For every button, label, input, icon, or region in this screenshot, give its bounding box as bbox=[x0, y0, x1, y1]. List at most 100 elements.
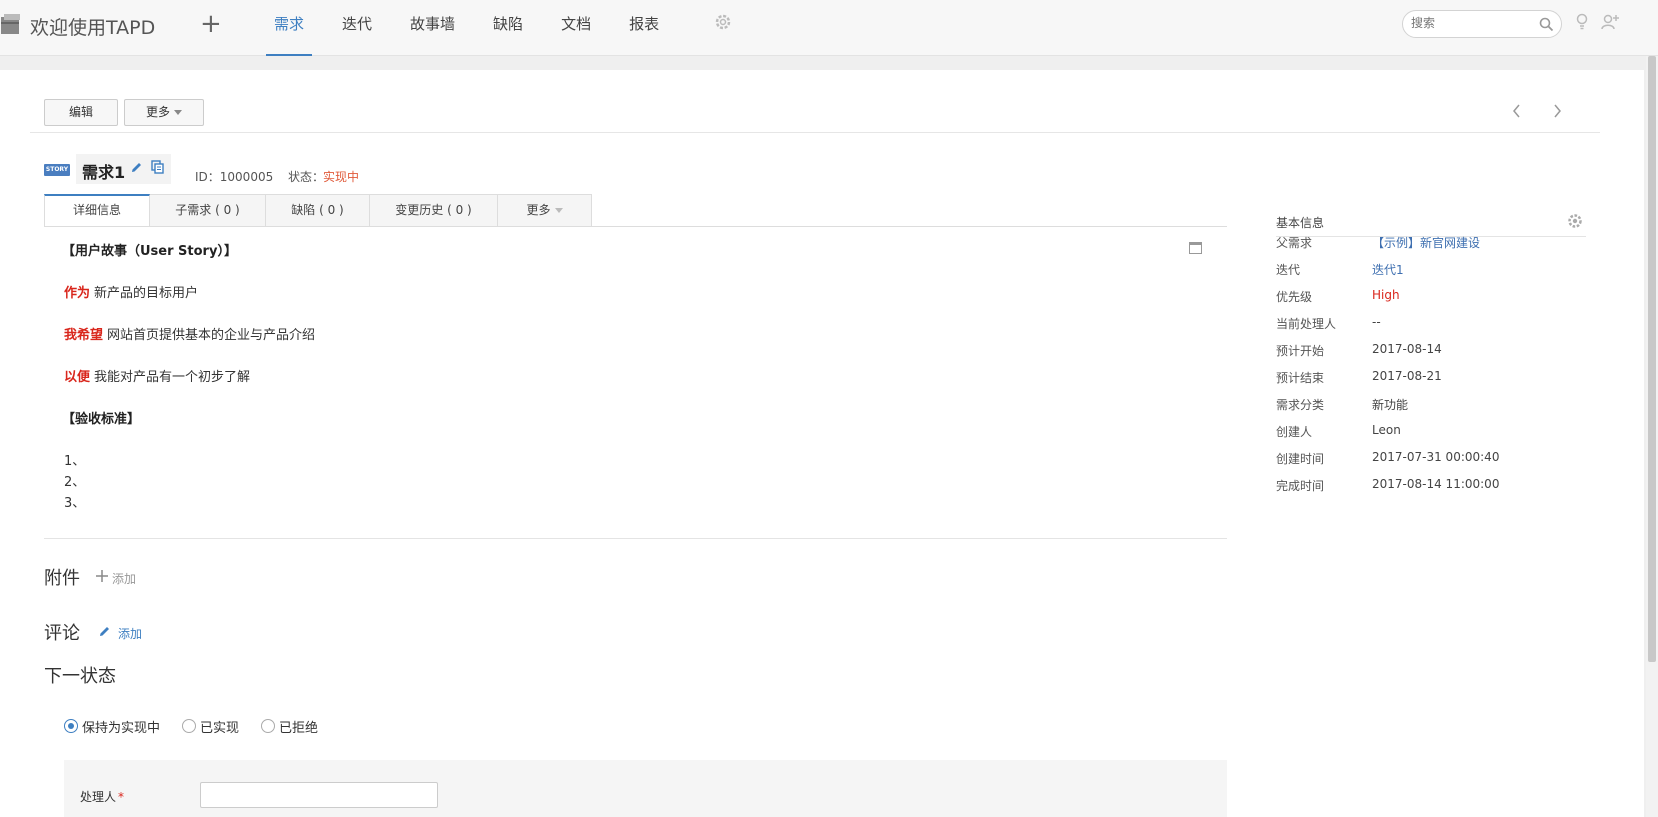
tab-bugs[interactable]: 缺陷 ( 0 ) bbox=[266, 194, 370, 227]
add-comment-link[interactable]: 添加 bbox=[118, 625, 142, 642]
radio-rejected[interactable] bbox=[261, 719, 276, 733]
acceptance-heading: 【验收标准】 bbox=[62, 412, 141, 427]
nav-reports[interactable]: 报表 bbox=[617, 0, 671, 56]
search-icon[interactable] bbox=[1539, 17, 1554, 32]
tab-more-label: 更多 bbox=[526, 203, 551, 217]
handler-input[interactable] bbox=[200, 782, 438, 808]
nav-documents[interactable]: 文档 bbox=[549, 0, 603, 56]
story-id: ID：1000005 bbox=[195, 170, 274, 184]
tab-underline bbox=[44, 226, 1227, 227]
info-key: 创建时间 bbox=[1276, 452, 1325, 466]
info-owner-value[interactable]: -- bbox=[1372, 315, 1381, 329]
chevron-right-icon[interactable] bbox=[1550, 102, 1564, 120]
plus-icon[interactable]: + bbox=[200, 10, 222, 38]
story-badge: STORY bbox=[44, 164, 70, 176]
search-input[interactable] bbox=[1411, 16, 1531, 30]
comments-title: 评论 bbox=[44, 623, 80, 644]
user-story-heading: 【用户故事（User Story）】 bbox=[62, 244, 237, 259]
info-row-start: 预计开始 2017-08-14 bbox=[1276, 342, 1586, 362]
tab-sub-requirements[interactable]: 子需求 ( 0 ) bbox=[150, 194, 266, 227]
radio-label-implemented[interactable]: 已实现 bbox=[200, 717, 239, 736]
list-item: 3、 bbox=[64, 496, 86, 511]
nav-requirements[interactable]: 需求 bbox=[262, 0, 316, 56]
caret-down-icon bbox=[554, 208, 563, 213]
add-user-icon[interactable] bbox=[1601, 13, 1619, 31]
info-priority-value[interactable]: High bbox=[1372, 288, 1400, 302]
info-key: 当前处理人 bbox=[1276, 317, 1337, 331]
gear-icon[interactable] bbox=[1567, 213, 1583, 229]
so-keyword: 以便 bbox=[64, 370, 91, 385]
as-keyword: 作为 bbox=[64, 286, 91, 301]
info-iteration-link[interactable]: 迭代1 bbox=[1372, 261, 1404, 278]
plus-icon[interactable] bbox=[96, 570, 108, 582]
info-start-value[interactable]: 2017-08-14 bbox=[1372, 342, 1442, 356]
tab-more[interactable]: 更多 bbox=[498, 194, 592, 227]
list-item: 2、 bbox=[64, 475, 86, 490]
radio-keep-in-progress[interactable] bbox=[64, 719, 78, 733]
story-title: 需求1 bbox=[82, 163, 126, 182]
required-mark: * bbox=[118, 790, 125, 804]
info-row-owner: 当前处理人 -- bbox=[1276, 315, 1586, 335]
caret-down-icon bbox=[174, 110, 182, 115]
toolbar-divider bbox=[30, 132, 1600, 133]
info-key: 迭代 bbox=[1276, 263, 1301, 277]
info-category-value[interactable]: 新功能 bbox=[1372, 396, 1408, 413]
next-state-title: 下一状态 bbox=[44, 666, 116, 687]
pencil-icon[interactable] bbox=[98, 625, 111, 638]
pencil-icon[interactable] bbox=[130, 161, 143, 174]
info-row-iteration: 迭代 迭代1 bbox=[1276, 261, 1586, 281]
info-key: 优先级 bbox=[1276, 290, 1313, 304]
attachments-title: 附件 bbox=[44, 568, 80, 589]
info-row-end: 预计结束 2017-08-21 bbox=[1276, 369, 1586, 389]
expand-icon[interactable] bbox=[1189, 242, 1202, 254]
next-state-form: 处理人 * bbox=[64, 760, 1227, 817]
bulb-icon[interactable] bbox=[1575, 13, 1589, 31]
detail-tabs: 详细信息 子需求 ( 0 ) 缺陷 ( 0 ) 变更历史 ( 0 ) 更多 bbox=[44, 194, 592, 227]
app-title[interactable]: 欢迎使用TAPD bbox=[30, 13, 155, 40]
info-key: 需求分类 bbox=[1276, 398, 1325, 412]
tab-details[interactable]: 详细信息 bbox=[44, 194, 150, 227]
so-line: 以便 我能对产品有一个初步了解 bbox=[64, 366, 250, 385]
radio-label-keep[interactable]: 保持为实现中 bbox=[82, 717, 160, 736]
nav-story-wall[interactable]: 故事墙 bbox=[398, 0, 467, 56]
info-row-priority: 优先级 High bbox=[1276, 288, 1586, 308]
status-label: 状态： bbox=[288, 170, 325, 184]
nav-bugs[interactable]: 缺陷 bbox=[481, 0, 535, 56]
edit-button[interactable]: 编辑 bbox=[44, 99, 118, 126]
info-parent-link[interactable]: 【示例】新官网建设 bbox=[1372, 234, 1480, 251]
scrollbar-thumb[interactable] bbox=[1648, 56, 1656, 662]
tab-change-history[interactable]: 变更历史 ( 0 ) bbox=[370, 194, 498, 227]
info-key: 创建人 bbox=[1276, 425, 1313, 439]
info-row-completed: 完成时间 2017-08-14 11:00:00 bbox=[1276, 477, 1586, 497]
info-creator-value: Leon bbox=[1372, 423, 1401, 437]
next-state-options: 保持为实现中 已实现 已拒绝 bbox=[64, 716, 340, 736]
gear-icon[interactable] bbox=[714, 13, 732, 31]
status-value[interactable]: 实现中 bbox=[323, 168, 359, 185]
nav-iterations[interactable]: 迭代 bbox=[330, 0, 384, 56]
story-title-box: 需求1 bbox=[76, 154, 171, 184]
info-key: 父需求 bbox=[1276, 236, 1313, 250]
basic-info-title: 基本信息 bbox=[1276, 216, 1325, 230]
list-item: 1、 bbox=[64, 454, 86, 469]
handler-label-text: 处理人 bbox=[80, 790, 117, 804]
radio-implemented[interactable] bbox=[182, 719, 197, 733]
content-divider bbox=[44, 538, 1227, 539]
main-nav: 需求 迭代 故事墙 缺陷 文档 报表 bbox=[262, 0, 685, 56]
page-scrollbar[interactable] bbox=[1646, 56, 1658, 817]
search-box bbox=[1402, 10, 1562, 38]
chevron-left-icon[interactable] bbox=[1510, 102, 1524, 120]
handler-label: 处理人 * bbox=[80, 788, 124, 805]
add-attachment-link[interactable]: 添加 bbox=[112, 570, 136, 587]
info-key: 预计开始 bbox=[1276, 344, 1325, 358]
info-completed-value: 2017-08-14 11:00:00 bbox=[1372, 477, 1500, 491]
radio-label-rejected[interactable]: 已拒绝 bbox=[279, 717, 318, 736]
info-row-creator: 创建人 Leon bbox=[1276, 423, 1586, 443]
info-key: 完成时间 bbox=[1276, 479, 1325, 493]
app-logo-icon[interactable] bbox=[0, 12, 22, 36]
more-button[interactable]: 更多 bbox=[124, 99, 204, 126]
as-text: 新产品的目标用户 bbox=[94, 286, 199, 301]
story-detail-panel: 编辑 更多 STORY 需求1 ID：1000005 状态： 实现中 详细信息 … bbox=[0, 70, 1644, 817]
info-key: 预计结束 bbox=[1276, 371, 1325, 385]
info-end-value[interactable]: 2017-08-21 bbox=[1372, 369, 1442, 383]
copy-icon[interactable] bbox=[151, 160, 164, 174]
